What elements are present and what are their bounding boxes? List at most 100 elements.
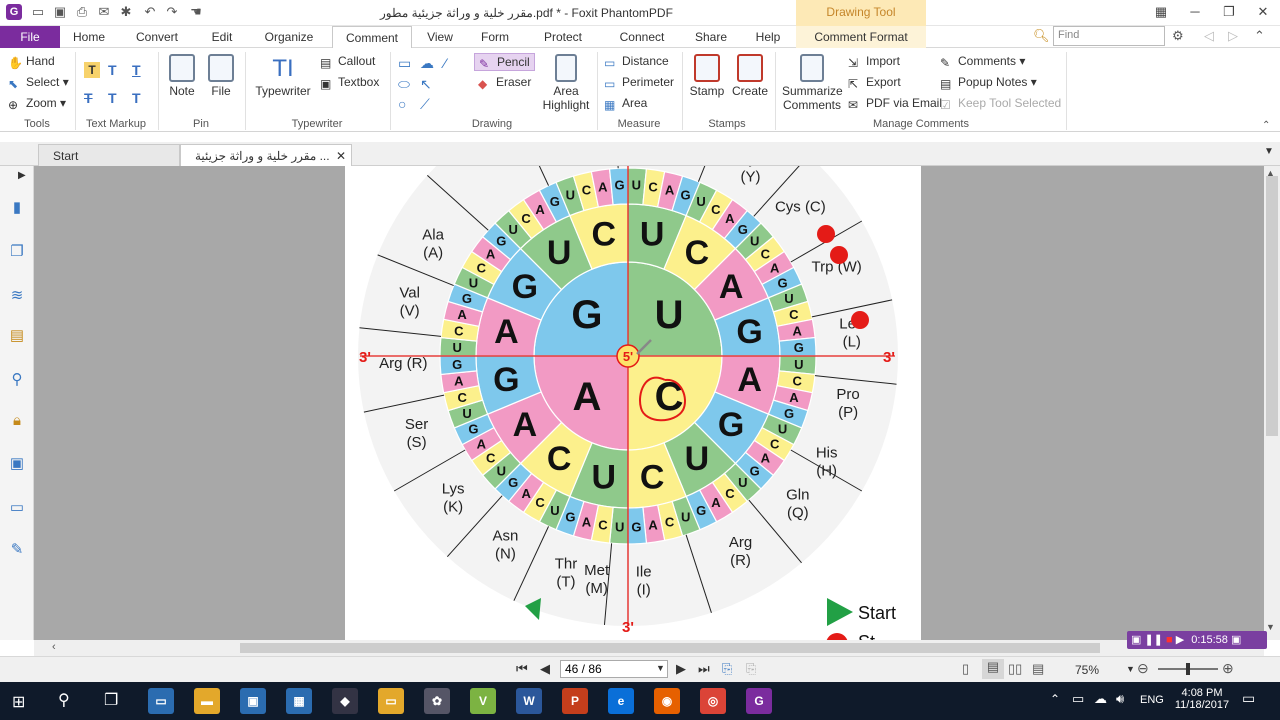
pause-icon[interactable]: ❚❚ xyxy=(1144,634,1162,646)
settings-gear-icon[interactable]: ⚙ xyxy=(1172,28,1184,44)
print-icon[interactable]: ⎙ xyxy=(74,4,90,20)
page-number-input[interactable]: 46 / 86 xyxy=(560,660,668,678)
tab-help[interactable]: Help xyxy=(748,26,788,48)
comments-panel-icon[interactable]: ▤ xyxy=(7,326,27,346)
recorder-screen-icon[interactable]: ▣ xyxy=(1131,634,1141,646)
zoom-in-icon[interactable]: ⊕ xyxy=(1222,660,1234,677)
scroll-left-arrow-icon[interactable]: ‹ xyxy=(52,641,56,653)
tab-list-arrow-icon[interactable]: ▼ xyxy=(1264,146,1274,157)
forward-arrow-icon[interactable]: ▷ xyxy=(1228,28,1238,44)
previous-view-icon[interactable]: ⎘ xyxy=(722,661,732,677)
strikeout-text-icon[interactable]: T xyxy=(84,90,93,106)
show-hidden-icons[interactable]: ⌃ xyxy=(1050,692,1060,706)
page-dropdown-icon[interactable]: ▼ xyxy=(656,663,665,673)
last-page-icon[interactable]: ⏭ xyxy=(698,661,710,677)
taskbar-app-icon[interactable]: ✿ xyxy=(424,688,450,714)
hand-tool-button[interactable]: ✋ Hand xyxy=(8,54,55,70)
highlight-text-icon[interactable]: T xyxy=(84,62,100,78)
close-window-button[interactable]: ✕ xyxy=(1246,0,1280,26)
line-icon[interactable]: ⁄ xyxy=(444,55,446,71)
perimeter-button[interactable]: ▭ Perimeter xyxy=(604,75,674,91)
restore-button[interactable]: ❐ xyxy=(1212,0,1246,26)
export-button[interactable]: ⇱ Export xyxy=(848,75,901,91)
select-tool-button[interactable]: ⬉ Select ▾ xyxy=(8,75,69,91)
attachments-icon[interactable]: ⚲ xyxy=(7,370,27,390)
tab-start[interactable]: Start xyxy=(38,144,180,166)
file-explorer-icon[interactable]: ▬ xyxy=(194,688,220,714)
replace-text-icon[interactable]: T xyxy=(108,90,117,106)
stamp-button[interactable]: Stamp xyxy=(688,54,726,98)
tab-view[interactable]: View xyxy=(420,26,460,48)
note-button[interactable]: Note xyxy=(164,54,200,98)
save-icon[interactable]: ▣ xyxy=(52,4,68,20)
create-stamp-button[interactable]: Create xyxy=(730,54,770,98)
layers-icon[interactable]: ≋ xyxy=(7,286,27,306)
popup-notes-dropdown[interactable]: ▤ Popup Notes ▾ xyxy=(940,75,1037,91)
textbox-button[interactable]: ▣ Textbox xyxy=(320,75,379,91)
zoom-dropdown-icon[interactable]: ▼ xyxy=(1126,664,1135,674)
squiggly-text-icon[interactable]: T xyxy=(108,62,117,78)
polyline-icon[interactable]: ⟋ xyxy=(420,96,430,113)
recorder-menu-icon[interactable]: ▣ xyxy=(1231,634,1241,646)
taskbar-app-icon[interactable]: ▦ xyxy=(286,688,312,714)
security-lock-icon[interactable]: 🔒︎ xyxy=(7,412,27,432)
search-icon[interactable]: ⚲ xyxy=(58,690,70,710)
tab-comment[interactable]: Comment xyxy=(332,26,412,49)
tab-comment-format[interactable]: Comment Format xyxy=(796,26,926,48)
tab-convert[interactable]: Convert xyxy=(128,26,186,48)
area-highlight-button[interactable]: Area Highlight xyxy=(540,54,592,112)
first-page-icon[interactable]: ⏮ xyxy=(516,661,528,677)
pdf-via-email-button[interactable]: ✉ PDF via Email xyxy=(848,96,942,112)
screen-recorder-bar[interactable]: ▣ ❚❚ ■ ▶ 0:15:58 ▣ xyxy=(1127,631,1267,649)
volume-icon[interactable]: 🔊︎ xyxy=(1116,691,1124,707)
tab-active-document[interactable]: مقرر خلية و وراثة جزيئية ... ✕ xyxy=(180,144,352,166)
ribbon-display-icon[interactable]: ▦ xyxy=(1144,0,1178,26)
taskbar-app-icon[interactable]: ◆ xyxy=(332,688,358,714)
next-page-icon[interactable]: ▶ xyxy=(676,661,686,677)
store-icon[interactable]: ▣ xyxy=(240,688,266,714)
notifications-icon[interactable]: ▭ xyxy=(1242,690,1255,707)
rectangle-icon[interactable]: ▭ xyxy=(398,55,411,72)
tab-home[interactable]: Home xyxy=(64,26,114,48)
single-page-icon[interactable]: ▯ xyxy=(962,661,969,677)
comments-dropdown[interactable]: ✎ Comments ▾ xyxy=(940,54,1025,70)
ribbon-collapse-icon[interactable]: ⌃ xyxy=(1262,120,1270,131)
hand-tool-icon[interactable]: ☚ xyxy=(188,4,204,20)
underline-text-icon[interactable]: T xyxy=(132,62,141,78)
network-icon[interactable]: ▭ xyxy=(1072,691,1084,707)
task-view-icon[interactable]: ❐ xyxy=(104,690,118,710)
pages-icon[interactable]: ❐ xyxy=(7,242,27,262)
distance-button[interactable]: ▭ Distance xyxy=(604,54,669,70)
next-view-icon[interactable]: ⎘ xyxy=(746,661,756,677)
pencil-button[interactable]: ✎ Pencil xyxy=(474,53,535,71)
zoom-slider-thumb[interactable] xyxy=(1186,663,1190,675)
redo-icon[interactable]: ↷ xyxy=(164,4,180,20)
previous-page-icon[interactable]: ◀ xyxy=(540,661,550,677)
vertical-scroll-thumb[interactable] xyxy=(1266,176,1278,436)
bookmarks-icon[interactable]: ▮ xyxy=(7,198,27,218)
summarize-comments-button[interactable]: Summarize Comments xyxy=(782,54,843,112)
zoom-level[interactable]: 75% xyxy=(1075,663,1099,677)
area-button[interactable]: ▦ Area xyxy=(604,96,647,112)
open-icon[interactable]: ▭ xyxy=(30,4,46,20)
firefox-icon[interactable]: ◉ xyxy=(654,688,680,714)
scroll-down-arrow-icon[interactable]: ▼ xyxy=(1266,622,1275,632)
clock[interactable]: 4:08 PM 11/18/2017 xyxy=(1174,687,1230,711)
minimize-button[interactable]: ─ xyxy=(1178,0,1212,26)
language-indicator[interactable]: ENG xyxy=(1140,694,1164,706)
tab-organize[interactable]: Organize xyxy=(258,26,320,48)
continuous-page-icon[interactable]: ▤ xyxy=(982,659,1004,679)
chrome-icon[interactable]: ◎ xyxy=(700,688,726,714)
close-tab-icon[interactable]: ✕ xyxy=(336,145,346,167)
foxit-taskbar-icon[interactable]: G xyxy=(746,688,772,714)
import-button[interactable]: ⇲ Import xyxy=(848,54,900,70)
file-attach-button[interactable]: File xyxy=(204,54,238,98)
onedrive-icon[interactable]: ☁ xyxy=(1094,691,1107,707)
pdf-page[interactable]: GUCAAUCAGGUCAGUUCAGCUCAGUUCAGCUCAGAUCAGG… xyxy=(345,166,921,640)
tab-protect[interactable]: Protect xyxy=(536,26,590,48)
taskbar-app-icon[interactable]: ▭ xyxy=(378,688,404,714)
powerpoint-icon[interactable]: P xyxy=(562,688,588,714)
horizontal-scroll-thumb[interactable] xyxy=(240,643,1100,653)
typewriter-button[interactable]: TI Typewriter xyxy=(252,54,314,98)
insert-text-icon[interactable]: T xyxy=(132,90,141,106)
